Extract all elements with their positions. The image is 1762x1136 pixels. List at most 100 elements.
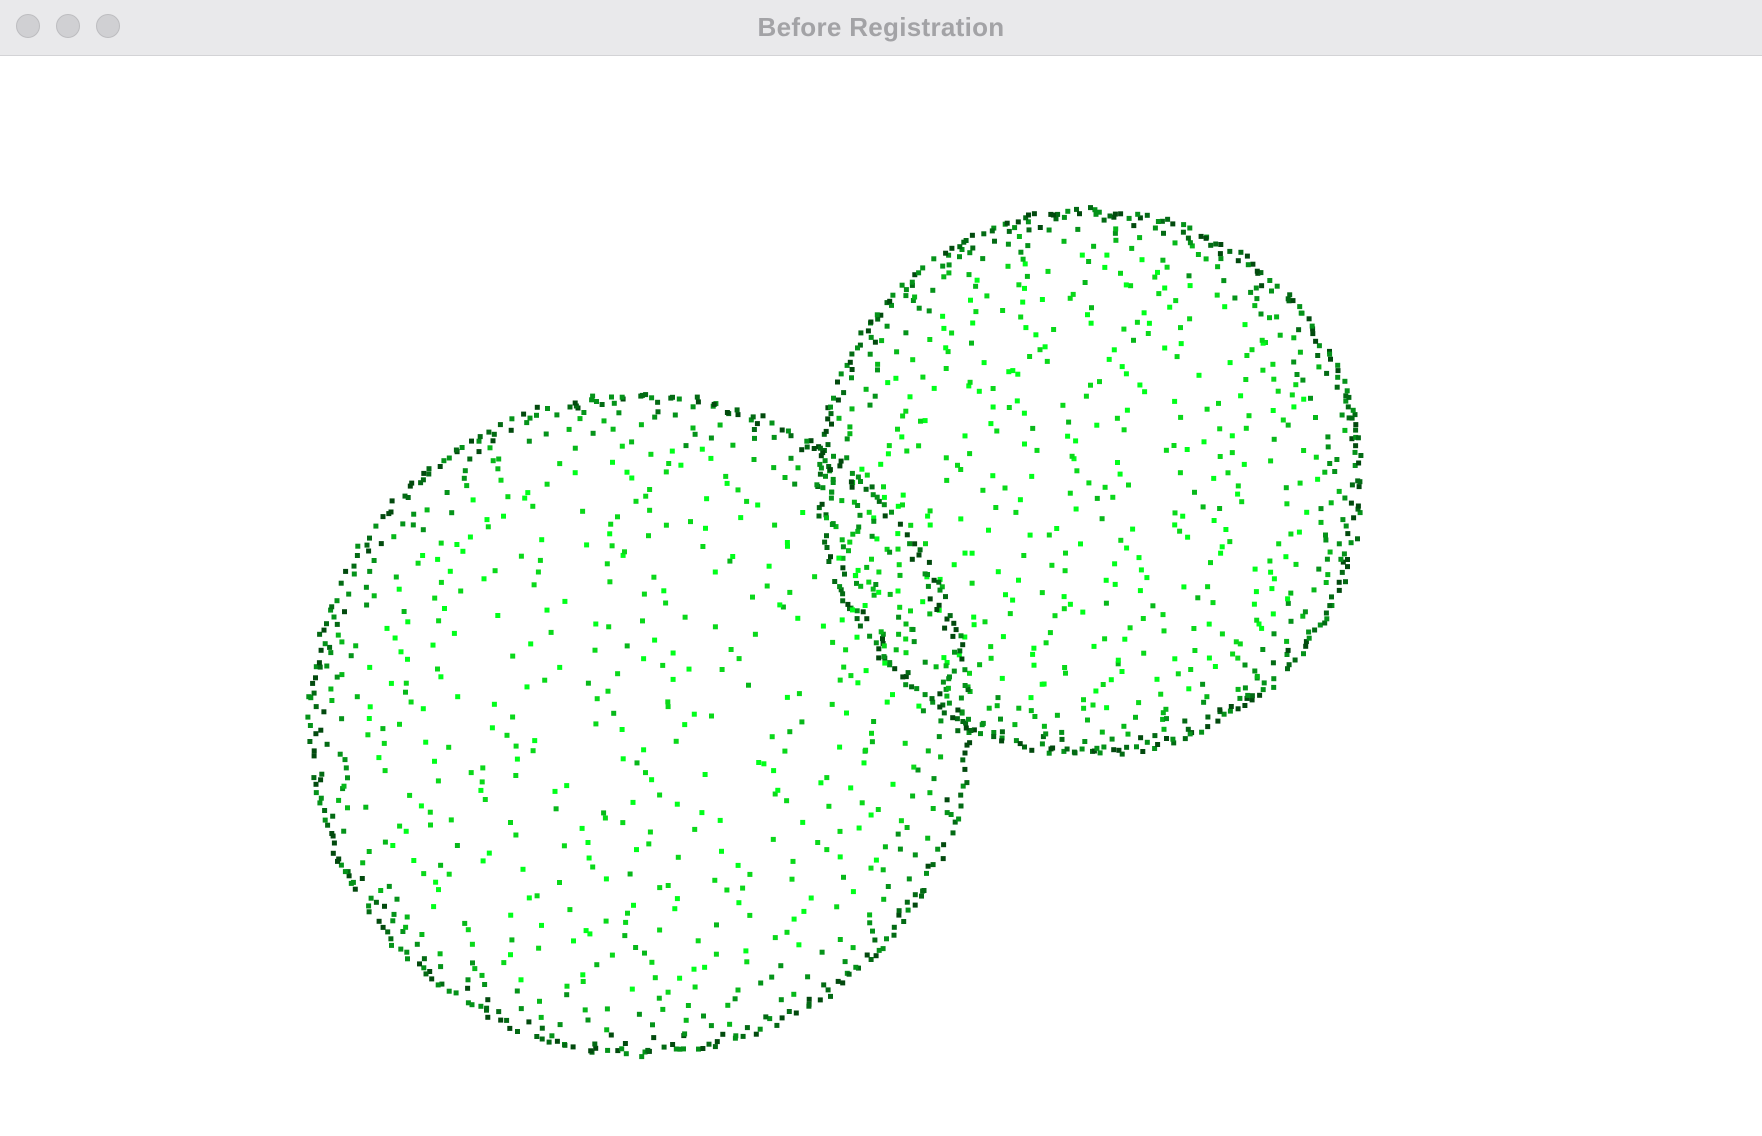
- point: [1046, 227, 1052, 233]
- point: [1291, 335, 1297, 341]
- point: [593, 621, 599, 627]
- point: [360, 860, 366, 866]
- point: [670, 650, 676, 656]
- point: [1271, 631, 1277, 637]
- point: [1026, 212, 1031, 218]
- point: [1131, 223, 1137, 229]
- point-cloud-canvas[interactable]: [0, 56, 1762, 1136]
- point: [436, 618, 442, 624]
- point: [850, 531, 856, 537]
- point: [903, 287, 909, 293]
- point: [1271, 376, 1277, 382]
- point: [543, 431, 549, 437]
- point: [1185, 726, 1191, 732]
- point: [1201, 439, 1207, 445]
- point: [1268, 569, 1274, 575]
- point: [1339, 569, 1345, 575]
- point: [566, 426, 572, 432]
- point: [1039, 297, 1045, 302]
- point: [1351, 515, 1357, 521]
- point: [691, 711, 697, 717]
- point: [926, 308, 932, 314]
- point: [1300, 377, 1306, 383]
- point: [530, 503, 536, 509]
- point: [1212, 664, 1218, 669]
- point: [1327, 549, 1333, 555]
- point: [1115, 657, 1121, 663]
- point: [922, 659, 928, 665]
- point: [884, 936, 889, 942]
- point: [782, 475, 788, 480]
- point: [480, 858, 486, 864]
- point: [864, 952, 870, 958]
- point: [920, 599, 926, 605]
- point: [845, 601, 851, 607]
- point: [1062, 665, 1068, 670]
- point: [876, 569, 882, 575]
- point: [963, 725, 969, 731]
- point: [910, 627, 916, 632]
- point: [841, 664, 847, 670]
- point: [820, 623, 826, 629]
- point: [1012, 722, 1018, 728]
- point: [681, 1046, 686, 1052]
- point: [719, 848, 724, 854]
- point: [955, 707, 961, 713]
- title-bar[interactable]: Before Registration: [0, 0, 1762, 56]
- point: [819, 949, 825, 955]
- point: [317, 800, 323, 806]
- point: [454, 843, 460, 848]
- point: [840, 980, 846, 986]
- point: [1235, 258, 1241, 264]
- point: [608, 521, 614, 527]
- point: [513, 773, 519, 778]
- point: [867, 912, 873, 918]
- point: [990, 404, 996, 410]
- point: [801, 908, 807, 914]
- 3d-viewport[interactable]: [0, 56, 1762, 1136]
- point: [536, 945, 542, 951]
- point: [446, 871, 452, 877]
- point: [864, 472, 870, 478]
- point: [885, 451, 891, 457]
- point: [1177, 528, 1183, 534]
- point: [484, 517, 490, 523]
- point: [508, 427, 514, 433]
- point: [1303, 643, 1309, 649]
- point: [1034, 447, 1040, 453]
- point: [1138, 567, 1144, 573]
- point: [316, 660, 322, 666]
- point: [700, 1046, 706, 1051]
- point: [905, 670, 911, 676]
- point: [1017, 741, 1023, 747]
- point: [839, 617, 845, 623]
- point: [580, 508, 586, 514]
- point: [986, 527, 991, 533]
- point: [1353, 443, 1359, 449]
- point: [1349, 482, 1355, 488]
- point: [619, 727, 625, 732]
- point: [615, 514, 620, 520]
- point: [863, 486, 869, 492]
- point: [872, 937, 878, 943]
- point: [1003, 592, 1008, 598]
- point: [1239, 499, 1245, 505]
- point: [1140, 749, 1146, 754]
- point: [903, 650, 909, 656]
- point: [761, 761, 767, 767]
- source-point-cloud: [305, 392, 974, 1060]
- point: [898, 818, 904, 824]
- point: [1261, 680, 1267, 686]
- point: [504, 1017, 510, 1023]
- point: [1172, 510, 1178, 516]
- point: [634, 847, 639, 853]
- point: [940, 679, 946, 685]
- point: [834, 904, 840, 910]
- point: [539, 1036, 545, 1042]
- point: [763, 1014, 769, 1020]
- point: [1136, 555, 1142, 561]
- point: [1082, 739, 1088, 744]
- point: [1178, 341, 1184, 347]
- point: [1274, 314, 1280, 320]
- point: [925, 748, 931, 754]
